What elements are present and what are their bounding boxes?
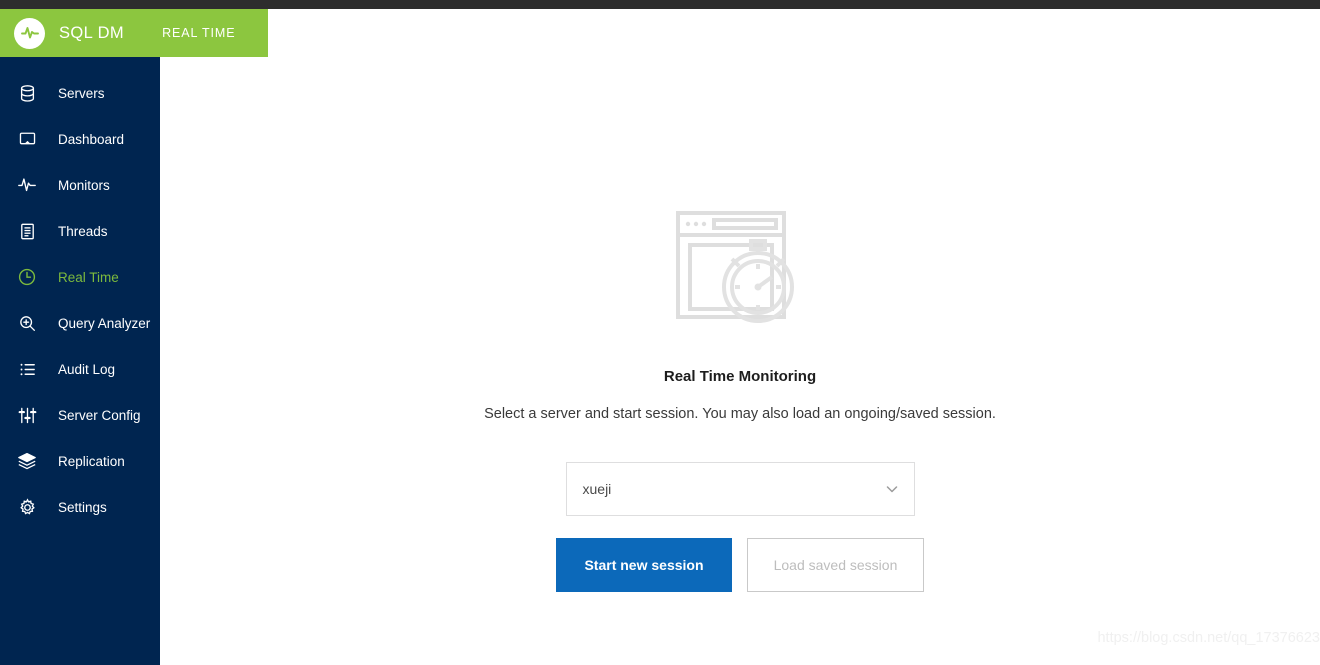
monitor-icon (15, 127, 39, 151)
session-buttons: Start new session Load saved session (556, 538, 924, 592)
server-select[interactable]: xueji (566, 462, 915, 516)
sidebar-item-label: Dashboard (58, 132, 124, 147)
app-window: SQL DM REAL TIME Servers (0, 0, 1320, 665)
chevron-down-icon[interactable] (884, 481, 900, 497)
sidebar-item-threads[interactable]: Threads (0, 208, 160, 254)
page-subtitle: Select a server and start session. You m… (484, 406, 996, 422)
main-content: Real Time Monitoring Select a server and… (160, 57, 1320, 665)
gear-icon (15, 495, 39, 519)
sidebar-item-servers[interactable]: Servers (0, 70, 160, 116)
load-saved-session-button[interactable]: Load saved session (747, 538, 924, 592)
sidebar-item-label: Server Config (58, 408, 141, 423)
sidebar-item-label: Servers (58, 86, 105, 101)
sidebar-item-label: Real Time (58, 270, 119, 285)
real-time-empty-state: Real Time Monitoring Select a server and… (160, 57, 1320, 592)
top-dark-strip (0, 0, 1320, 9)
browser-stopwatch-illustration (670, 207, 810, 333)
sidebar-item-label: Audit Log (58, 362, 115, 377)
sidebar-item-replication[interactable]: Replication (0, 438, 160, 484)
header-right-area (268, 9, 1320, 57)
sidebar: Servers Dashboard Monitors (0, 57, 160, 665)
clock-icon (15, 265, 39, 289)
brand-title: SQL DM (59, 24, 124, 43)
sidebar-item-audit-log[interactable]: Audit Log (0, 346, 160, 392)
sidebar-item-server-config[interactable]: Server Config (0, 392, 160, 438)
sidebar-item-label: Query Analyzer (58, 316, 150, 331)
layers-icon (15, 449, 39, 473)
sidebar-item-real-time[interactable]: Real Time (0, 254, 160, 300)
pulse-icon (15, 173, 39, 197)
sliders-icon (15, 403, 39, 427)
list-icon (15, 357, 39, 381)
document-icon (15, 219, 39, 243)
sidebar-item-settings[interactable]: Settings (0, 484, 160, 530)
sidebar-item-label: Replication (58, 454, 125, 469)
watermark: https://blog.csdn.net/qq_17376623 (1097, 630, 1320, 646)
pulse-circle-icon (14, 18, 45, 49)
page-title: Real Time Monitoring (664, 368, 816, 385)
brand-bar: SQL DM REAL TIME (0, 9, 268, 57)
sidebar-item-label: Settings (58, 500, 107, 515)
sidebar-item-label: Monitors (58, 178, 110, 193)
sidebar-item-query-analyzer[interactable]: Query Analyzer (0, 300, 160, 346)
tab-real-time[interactable]: REAL TIME (162, 26, 235, 40)
app-header: SQL DM REAL TIME (0, 9, 1320, 57)
server-select-value: xueji (583, 481, 612, 497)
sidebar-item-monitors[interactable]: Monitors (0, 162, 160, 208)
search-plus-icon (15, 311, 39, 335)
sidebar-item-dashboard[interactable]: Dashboard (0, 116, 160, 162)
database-icon (15, 81, 39, 105)
start-new-session-button[interactable]: Start new session (556, 538, 732, 592)
sidebar-item-label: Threads (58, 224, 108, 239)
